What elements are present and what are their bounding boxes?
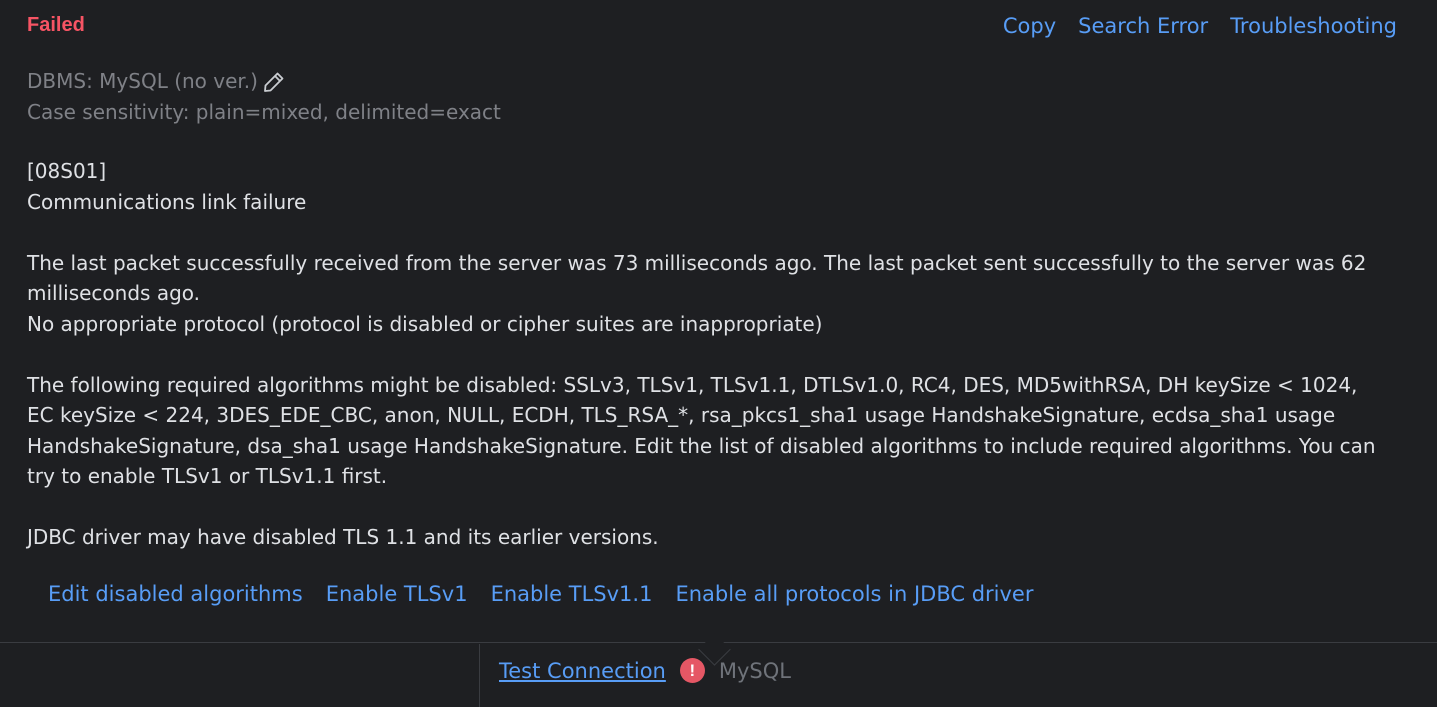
- quick-fix-links: Edit disabled algorithms Enable TLSv1 En…: [48, 582, 1034, 606]
- troubleshooting-link[interactable]: Troubleshooting: [1230, 14, 1397, 38]
- test-connection-button[interactable]: Test Connection: [499, 659, 666, 683]
- status-label: Failed: [27, 14, 85, 36]
- jdbc-message: JDBC driver may have disabled TLS 1.1 an…: [27, 525, 659, 549]
- algorithms-message: The following required algorithms might …: [27, 372, 1376, 489]
- case-sensitivity-line: Case sensitivity: plain=mixed, delimited…: [27, 100, 501, 124]
- enable-tlsv1-link[interactable]: Enable TLSv1: [326, 582, 468, 606]
- error-icon[interactable]: !: [679, 658, 705, 683]
- copy-link[interactable]: Copy: [1003, 14, 1056, 38]
- protocol-message: No appropriate protocol (protocol is dis…: [27, 311, 823, 336]
- error-title: Communications link failure: [27, 189, 307, 214]
- search-error-link[interactable]: Search Error: [1078, 14, 1208, 38]
- edit-disabled-algorithms-link[interactable]: Edit disabled algorithms: [48, 582, 303, 606]
- packet-info: The last packet successfully received fr…: [27, 250, 1367, 306]
- error-details: [08S01] Communications link failure The …: [27, 156, 1377, 553]
- error-code: [08S01]: [27, 159, 107, 183]
- enable-tlsv1-1-link[interactable]: Enable TLSv1.1: [491, 582, 653, 606]
- enable-all-protocols-link[interactable]: Enable all protocols in JDBC driver: [675, 582, 1033, 606]
- test-connection-row: Test Connection ! MySQL: [499, 658, 791, 683]
- error-actions: Copy Search Error Troubleshooting: [1003, 14, 1397, 38]
- pencil-icon[interactable]: [262, 70, 286, 94]
- divider: [479, 644, 480, 707]
- dbms-text: DBMS: MySQL (no ver.): [27, 69, 258, 93]
- connection-meta: DBMS: MySQL (no ver.) Case sensitivity: …: [27, 66, 501, 128]
- dbms-line: DBMS: MySQL (no ver.): [27, 66, 501, 97]
- driver-label: MySQL: [718, 658, 791, 683]
- connection-error-popup: Failed Copy Search Error Troubleshooting…: [0, 0, 1437, 643]
